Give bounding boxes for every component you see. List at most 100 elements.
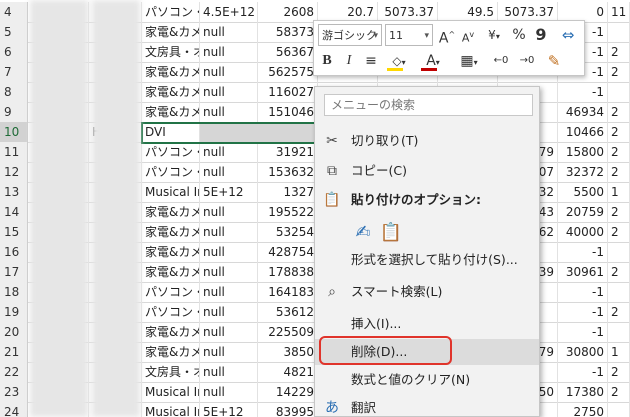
menu-item-insert[interactable]: 挿入(I)...	[315, 311, 539, 337]
row-header[interactable]: 18	[0, 282, 28, 303]
table-cell[interactable]: -1	[558, 322, 608, 343]
paste-clipboard-icon[interactable]: 📋	[379, 220, 403, 246]
table-cell[interactable]: null	[200, 82, 258, 103]
row-header[interactable]: 19	[0, 302, 28, 323]
table-cell[interactable]: 31921	[258, 142, 318, 163]
format-painter-button[interactable]: ✎	[544, 50, 564, 72]
menu-search-input[interactable]: メニューの検索	[324, 94, 533, 116]
table-cell[interactable]: 家電&カメ	[142, 202, 200, 223]
table-cell[interactable]: 225509	[258, 322, 318, 343]
row-header[interactable]: 13	[0, 182, 28, 203]
table-cell[interactable]: -1	[558, 302, 608, 323]
table-cell[interactable]: 46934	[558, 102, 608, 123]
table-cell[interactable]: 53612	[258, 302, 318, 323]
table-cell[interactable]: -1	[558, 362, 608, 383]
paste-formatting-icon[interactable]: ✍	[351, 220, 375, 246]
currency-format-button[interactable]: ¥▾	[482, 24, 506, 46]
table-cell[interactable]: 53254	[258, 222, 318, 243]
table-cell[interactable]: 家電&カメ	[142, 342, 200, 363]
table-cell[interactable]	[608, 82, 630, 103]
table-cell[interactable]: 5E+12	[200, 182, 258, 203]
table-cell[interactable]: Musical In	[142, 382, 200, 403]
menu-item-copy[interactable]: ⧉ コピー(C)	[315, 158, 539, 184]
table-cell[interactable]: 195522	[258, 202, 318, 223]
row-header[interactable]: 10	[0, 122, 28, 143]
table-cell[interactable]: 家電&カメ	[142, 82, 200, 103]
row-header[interactable]: 4	[0, 2, 28, 23]
menu-item-smart-lookup[interactable]: ⌕ スマート検索(L)	[315, 279, 539, 305]
table-cell[interactable]: 1327	[258, 182, 318, 203]
table-cell[interactable]: パソコン・	[142, 2, 200, 23]
row-header[interactable]: 12	[0, 162, 28, 183]
table-cell[interactable]: 2	[608, 42, 630, 63]
table-cell[interactable]: 15800	[558, 142, 608, 163]
table-cell[interactable]: null	[200, 222, 258, 243]
table-cell[interactable]: 2	[608, 102, 630, 123]
wrap-text-button[interactable]: ⇔	[558, 24, 578, 46]
font-size-dropdown[interactable]: 11 ▾	[385, 24, 433, 46]
row-header[interactable]: 14	[0, 202, 28, 223]
table-cell[interactable]: 2608	[258, 2, 318, 23]
row-header[interactable]: 9	[0, 102, 28, 123]
table-cell[interactable]: パソコン・	[142, 302, 200, 323]
table-cell[interactable]: 2	[608, 142, 630, 163]
bold-button[interactable]: B	[318, 50, 336, 72]
row-header[interactable]: 22	[0, 362, 28, 383]
table-cell[interactable]: 1	[608, 182, 630, 203]
table-cell[interactable]: 17380	[558, 382, 608, 403]
table-cell[interactable]: 5500	[558, 182, 608, 203]
shrink-font-button[interactable]: Av	[459, 24, 477, 46]
row-header[interactable]: 5	[0, 22, 28, 43]
table-cell[interactable]: 2	[608, 202, 630, 223]
table-cell[interactable]: 2	[608, 162, 630, 183]
table-cell[interactable]: 5E+12	[200, 402, 258, 417]
font-name-dropdown[interactable]: 游ゴシック ▾	[318, 24, 382, 46]
table-cell[interactable]	[608, 322, 630, 343]
table-cell[interactable]: 56367	[258, 42, 318, 63]
table-cell[interactable]: 562575	[258, 62, 318, 83]
row-header[interactable]: 21	[0, 342, 28, 363]
table-cell[interactable]: 2	[608, 222, 630, 243]
table-cell[interactable]: 30961	[558, 262, 608, 283]
table-cell[interactable]: 家電&カメ	[142, 242, 200, 263]
row-header[interactable]: 11	[0, 142, 28, 163]
menu-item-translate[interactable]: あ 翻訳	[315, 395, 539, 417]
table-cell[interactable]: 10466	[558, 122, 608, 143]
table-cell[interactable]: null	[200, 42, 258, 63]
table-cell[interactable]: パソコン・	[142, 142, 200, 163]
table-cell[interactable]: 428754	[258, 242, 318, 263]
table-cell[interactable]: 83995	[258, 402, 318, 417]
table-cell[interactable]: Musical In	[142, 182, 200, 203]
table-cell[interactable]: 家電&カメ	[142, 222, 200, 243]
table-cell[interactable]	[608, 22, 630, 43]
table-cell[interactable]: null	[200, 202, 258, 223]
table-cell[interactable]: 4821	[258, 362, 318, 383]
menu-item-cut[interactable]: ✂ 切り取り(T)	[315, 128, 539, 154]
table-cell[interactable]: null	[200, 142, 258, 163]
table-cell[interactable]: 家電&カメ	[142, 22, 200, 43]
table-cell[interactable]: 30800	[558, 342, 608, 363]
menu-item-paste-special[interactable]: 形式を選択して貼り付け(S)...	[315, 247, 539, 273]
grow-font-button[interactable]: A^	[438, 24, 456, 47]
table-cell[interactable]: null	[200, 362, 258, 383]
row-header[interactable]: 15	[0, 222, 28, 243]
font-color-button[interactable]: A▾	[418, 50, 448, 72]
table-cell[interactable]: 20759	[558, 202, 608, 223]
percent-style-button[interactable]: %	[510, 24, 528, 46]
table-cell[interactable]: null	[200, 322, 258, 343]
menu-item-delete[interactable]: 削除(D)...	[315, 339, 539, 365]
decrease-decimal-button[interactable]: →0	[516, 50, 538, 72]
table-cell[interactable]	[608, 282, 630, 303]
table-cell[interactable]: null	[200, 262, 258, 283]
table-cell[interactable]: 116027	[258, 82, 318, 103]
table-cell[interactable]: 1	[608, 342, 630, 363]
table-cell[interactable]: -1	[558, 282, 608, 303]
table-cell[interactable]: パソコン・	[142, 282, 200, 303]
table-cell[interactable]: null	[200, 102, 258, 123]
table-cell[interactable]: null	[200, 162, 258, 183]
table-cell[interactable]: null	[200, 22, 258, 43]
table-cell[interactable]: -1	[558, 242, 608, 263]
table-cell[interactable]: 2	[608, 382, 630, 403]
table-cell[interactable]: 文房具・オ	[142, 42, 200, 63]
table-cell[interactable]: 家電&カメ	[142, 62, 200, 83]
